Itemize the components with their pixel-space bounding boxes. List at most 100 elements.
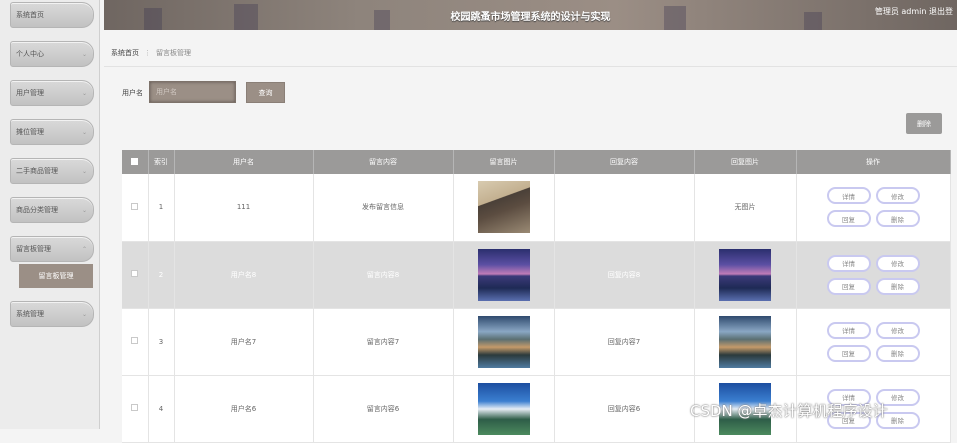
sidebar-item-secondhand-goods[interactable]: 二手商品管理 ⌄: [10, 158, 94, 184]
cell-message-image: [453, 375, 555, 443]
message-table: 索引 用户名 留言内容 留言图片 回复内容 回复图片 操作 1 111 发布留言…: [122, 150, 951, 443]
sidebar-item-label: 留言板管理: [16, 245, 51, 253]
cell-username: 111: [174, 174, 314, 242]
checkbox-icon[interactable]: [131, 202, 139, 210]
delete-button[interactable]: 删除: [875, 277, 920, 295]
checkbox-icon[interactable]: [131, 157, 139, 165]
row-select[interactable]: [122, 308, 149, 376]
sidebar-item-label: 个人中心: [16, 50, 44, 58]
page-title: 校园跳蚤市场管理系统的设计与实现: [450, 12, 611, 23]
checkbox-icon[interactable]: [131, 337, 139, 344]
query-button[interactable]: 查询: [246, 82, 285, 103]
sidebar-item-label: 摊位管理: [16, 128, 44, 136]
reply-button[interactable]: 回复: [826, 344, 871, 362]
sidebar-item-stall-management[interactable]: 摊位管理 ⌄: [10, 119, 94, 145]
edit-button[interactable]: 修改: [875, 187, 920, 205]
chevron-down-icon: ⌄: [81, 206, 87, 214]
sidebar-item-label: 商品分类管理: [16, 206, 58, 214]
checkbox-icon[interactable]: [131, 404, 139, 411]
column-header: 回复内容: [554, 150, 695, 174]
sidebar-item-message-board[interactable]: 留言板管理 ⌃: [10, 236, 94, 262]
cell-reply-image: 无图片: [694, 174, 797, 242]
sidebar: 系统首页 个人中心 ⌄ 用户管理 ⌄ 摊位管理 ⌄ 二手商品管理 ⌄ 商品分类管理 ⌄ 留…: [0, 0, 100, 429]
divider: [104, 66, 957, 67]
sidebar-item-label: 系统管理: [16, 310, 44, 318]
cell-reply-image: [694, 308, 797, 376]
header-select-all[interactable]: [122, 150, 149, 174]
table-header-row: 索引 用户名 留言内容 留言图片 回复内容 回复图片 操作: [122, 150, 951, 174]
cell-index: 1: [148, 174, 175, 242]
delete-button[interactable]: 删除: [875, 210, 920, 228]
cell-actions: 详情 修改 回复 删除: [796, 308, 951, 376]
sidebar-item-personal-center[interactable]: 个人中心 ⌄: [10, 41, 94, 67]
table-row[interactable]: 3 用户名7 留言内容7 回复内容7 详情 修改 回复 删除: [122, 308, 951, 376]
checkbox-icon[interactable]: [131, 270, 139, 277]
reply-button[interactable]: 回复: [826, 277, 871, 295]
column-header: 留言图片: [453, 150, 555, 174]
column-header: 操作: [796, 150, 951, 174]
cell-index: 2: [148, 241, 175, 309]
breadcrumb-home[interactable]: 系统首页: [111, 49, 139, 57]
header-banner: 校园跳蚤市场管理系统的设计与实现 管理员 admin 退出登: [104, 0, 957, 30]
table-row[interactable]: 2 用户名8 留言内容8 回复内容8 详情 修改 回复 删除: [122, 241, 951, 309]
chevron-down-icon: ⌄: [81, 167, 87, 175]
chevron-down-icon: ⌄: [81, 89, 87, 97]
user-logout-link[interactable]: 管理员 admin 退出登: [875, 6, 953, 17]
detail-button[interactable]: 详情: [826, 187, 871, 205]
chevron-up-icon: ⌃: [81, 245, 87, 253]
breadcrumb-separator: ⋮: [144, 49, 151, 57]
cell-content: 留言内容6: [313, 375, 454, 443]
sidebar-subitem-message-board[interactable]: 留言板管理: [19, 264, 93, 288]
sidebar-item-label: 系统首页: [16, 11, 44, 19]
cell-content: 发布留言信息: [313, 174, 454, 242]
cell-actions: 详情 修改 回复 删除: [796, 174, 951, 242]
cell-message-image: [453, 174, 555, 242]
reply-image-thumbnail[interactable]: [719, 315, 771, 368]
chevron-down-icon: ⌄: [81, 310, 87, 318]
column-header: 回复图片: [694, 150, 797, 174]
edit-button[interactable]: 修改: [875, 254, 920, 272]
sidebar-item-label: 二手商品管理: [16, 167, 58, 175]
bulk-delete-button[interactable]: 删除: [906, 113, 942, 134]
sidebar-item-system-management[interactable]: 系统管理 ⌄: [10, 301, 94, 327]
sidebar-item-home[interactable]: 系统首页: [10, 2, 94, 28]
cell-message-image: [453, 308, 555, 376]
row-select[interactable]: [122, 241, 149, 309]
row-select[interactable]: [122, 375, 149, 443]
breadcrumb: 系统首页 ⋮ 留言板管理: [111, 48, 191, 58]
cell-index: 3: [148, 308, 175, 376]
message-image-thumbnail[interactable]: [477, 248, 530, 301]
cell-username: 用户名6: [174, 375, 314, 443]
row-select[interactable]: [122, 174, 149, 242]
cell-reply: 回复内容8: [554, 241, 695, 309]
message-image-thumbnail[interactable]: [477, 382, 530, 435]
sidebar-item-user-management[interactable]: 用户管理 ⌄: [10, 80, 94, 106]
cell-reply: 回复内容6: [554, 375, 695, 443]
edit-button[interactable]: 修改: [875, 321, 920, 339]
delete-button[interactable]: 删除: [875, 344, 920, 362]
search-label: 用户名: [122, 89, 143, 97]
cell-reply: 回复内容7: [554, 308, 695, 376]
message-image-thumbnail[interactable]: [477, 315, 530, 368]
csdn-watermark: CSDN @卓杰计算机程序设计: [690, 402, 888, 420]
detail-button[interactable]: 详情: [826, 321, 871, 339]
message-image-thumbnail[interactable]: [477, 181, 530, 234]
column-header: 留言内容: [313, 150, 454, 174]
chevron-down-icon: ⌄: [81, 50, 87, 58]
reply-image-thumbnail[interactable]: [719, 248, 771, 301]
cell-reply: [554, 174, 695, 242]
cell-reply-image: [694, 241, 797, 309]
sidebar-item-label: 用户管理: [16, 89, 44, 97]
detail-button[interactable]: 详情: [826, 254, 871, 272]
column-header: 索引: [148, 150, 175, 174]
cell-content: 留言内容8: [313, 241, 454, 309]
cell-username: 用户名8: [174, 241, 314, 309]
cell-index: 4: [148, 375, 175, 443]
breadcrumb-current: 留言板管理: [156, 49, 191, 57]
username-search-input[interactable]: [149, 81, 236, 103]
reply-button[interactable]: 回复: [826, 210, 871, 228]
sidebar-item-category-management[interactable]: 商品分类管理 ⌄: [10, 197, 94, 223]
chevron-down-icon: ⌄: [81, 128, 87, 136]
cell-message-image: [453, 241, 555, 309]
table-row[interactable]: 1 111 发布留言信息 无图片 详情 修改 回复 删除: [122, 174, 951, 242]
